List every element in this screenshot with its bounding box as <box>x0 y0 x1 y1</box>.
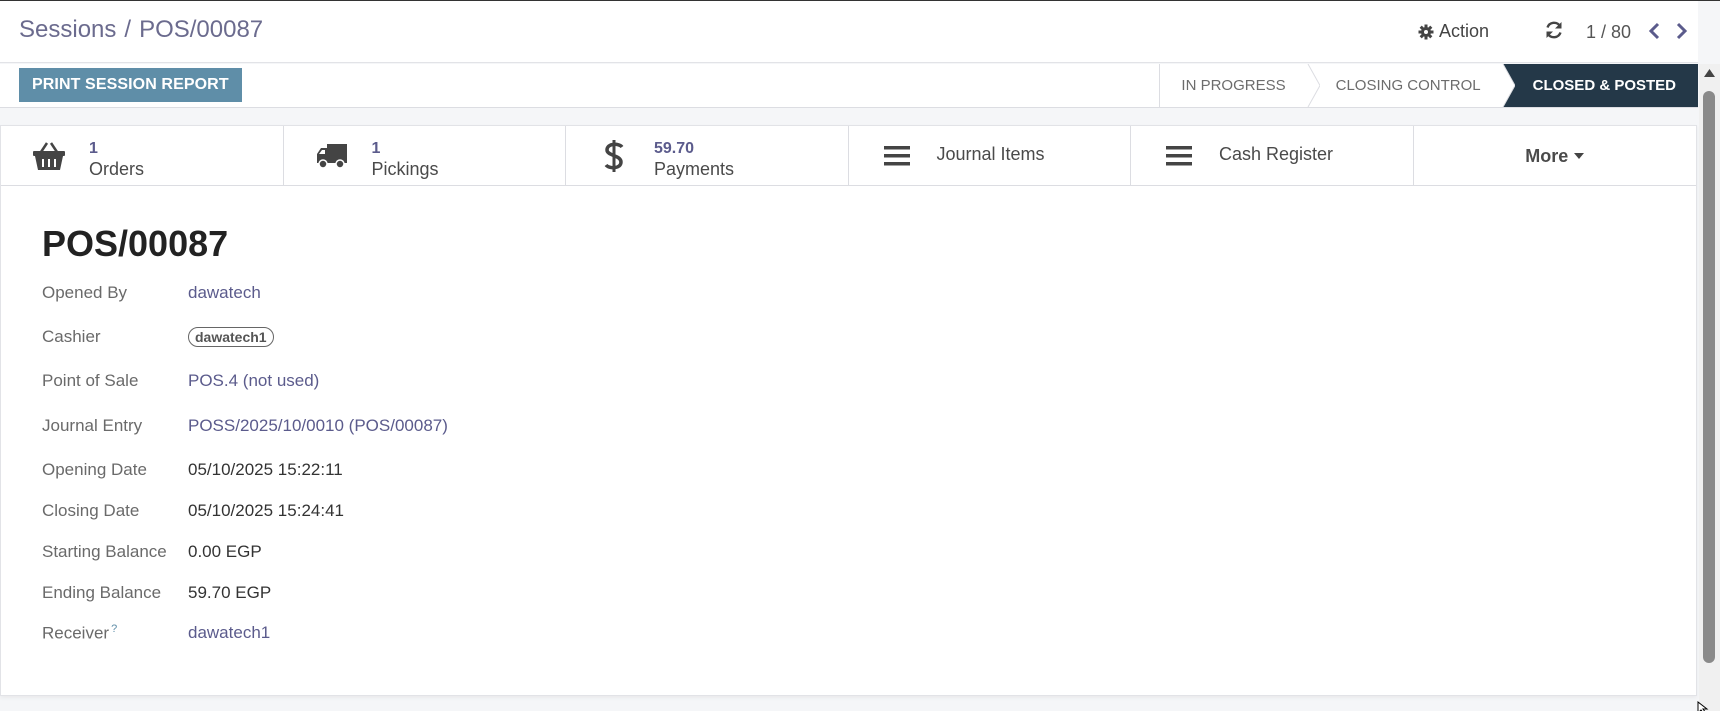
journal-items-smart-button[interactable]: Journal Items <box>849 126 1131 186</box>
cash-register-smart-button[interactable]: Cash Register <box>1131 126 1414 186</box>
ending-balance-value: 59.70 EGP <box>188 583 272 602</box>
pager-value[interactable]: 1 / 80 <box>1586 22 1631 43</box>
app-window: Sessions / POS/00087 Action 1 / 80 PRINT… <box>0 0 1720 711</box>
dollar-icon <box>596 140 632 172</box>
field-label: Cashier <box>42 327 101 346</box>
form-sheet: 1 Orders 1 Pickings 59.70 Payments Journ… <box>0 125 1697 696</box>
field-label: Opened By <box>42 283 128 302</box>
action-menu-button[interactable]: Action <box>1418 21 1489 42</box>
opening-date-value: 05/10/2025 15:22:11 <box>188 460 343 479</box>
starting-balance-value: 0.00 EGP <box>188 542 262 561</box>
breadcrumb-sessions-link[interactable]: Sessions <box>19 16 116 44</box>
refresh-icon[interactable] <box>1543 19 1565 41</box>
orders-count: 1 <box>89 140 98 157</box>
journal-items-label: Journal Items <box>936 144 1045 164</box>
mouse-cursor-icon <box>1697 701 1709 711</box>
cash-register-label: Cash Register <box>1219 144 1334 164</box>
field-label: Point of Sale <box>42 371 139 390</box>
help-tooltip-icon[interactable]: ? <box>111 623 117 635</box>
chevron-left-icon[interactable] <box>1646 20 1662 42</box>
orders-smart-button[interactable]: 1 Orders <box>1 126 284 186</box>
basket-icon <box>31 140 67 172</box>
scrollbar-thumb[interactable] <box>1703 91 1715 663</box>
stage-arrow <box>1501 64 1515 107</box>
smart-button-box: 1 Orders 1 Pickings 59.70 Payments Journ… <box>1 126 1696 186</box>
point-of-sale-link[interactable]: POS.4 (not used) <box>188 371 319 391</box>
field-label: Opening Date <box>42 460 147 479</box>
vertical-scrollbar[interactable] <box>1699 64 1720 711</box>
record-title: POS/00087 <box>42 223 229 264</box>
field-label: Ending Balance <box>42 583 162 602</box>
gear-icon <box>1418 24 1434 39</box>
more-smart-buttons-dropdown[interactable]: More <box>1414 126 1697 186</box>
stage-label: CLOSED & POSTED <box>1532 77 1676 94</box>
more-label: More <box>1525 145 1569 166</box>
stage-in-progress[interactable]: IN PROGRESS <box>1160 64 1320 107</box>
statusbar: IN PROGRESS CLOSING CONTROL CLOSED & POS… <box>1159 64 1698 107</box>
stage-closing-control[interactable]: CLOSING CONTROL <box>1307 64 1515 107</box>
form-header: PRINT SESSION REPORT IN PROGRESS CLOSING… <box>0 64 1698 108</box>
cashier-tag[interactable]: dawatech1 <box>188 327 274 347</box>
pickings-count: 1 <box>371 140 381 157</box>
action-label: Action <box>1439 21 1490 41</box>
scroll-up-arrow-icon[interactable] <box>1703 68 1716 78</box>
truck-icon <box>314 140 350 172</box>
receiver-link[interactable]: dawatech1 <box>188 623 270 643</box>
chevron-right-icon[interactable] <box>1674 20 1690 42</box>
list-icon <box>1161 140 1197 172</box>
field-label: Receiver <box>42 623 110 643</box>
payments-amount: 59.70 <box>654 140 695 157</box>
control-panel: Sessions / POS/00087 Action 1 / 80 <box>0 1 1698 63</box>
breadcrumb-separator: / <box>124 16 132 43</box>
stage-closed-posted[interactable]: CLOSED & POSTED <box>1502 64 1698 107</box>
stage-arrow <box>1306 64 1320 107</box>
pickings-label: Pickings <box>371 159 439 179</box>
orders-label: Orders <box>89 159 145 179</box>
breadcrumb-current: POS/00087 <box>139 16 264 43</box>
stage-label: CLOSING CONTROL <box>1335 77 1481 94</box>
opened-by-link[interactable]: dawatech <box>188 283 261 303</box>
pickings-smart-button[interactable]: 1 Pickings <box>284 126 566 186</box>
print-session-report-button[interactable]: PRINT SESSION REPORT <box>19 68 242 102</box>
breadcrumb: Sessions / POS/00087 <box>19 16 263 44</box>
field-label: Journal Entry <box>42 416 143 435</box>
payments-smart-button[interactable]: 59.70 Payments <box>566 126 849 186</box>
journal-entry-link[interactable]: POSS/2025/10/0010 (POS/00087) <box>188 416 448 436</box>
list-icon <box>879 140 915 172</box>
payments-label: Payments <box>654 159 735 179</box>
field-label: Starting Balance <box>42 542 167 561</box>
closing-date-value: 05/10/2025 15:24:41 <box>188 501 344 520</box>
stage-label: IN PROGRESS <box>1181 77 1286 94</box>
field-label: Closing Date <box>42 501 140 520</box>
caret-down-icon <box>1574 153 1585 159</box>
